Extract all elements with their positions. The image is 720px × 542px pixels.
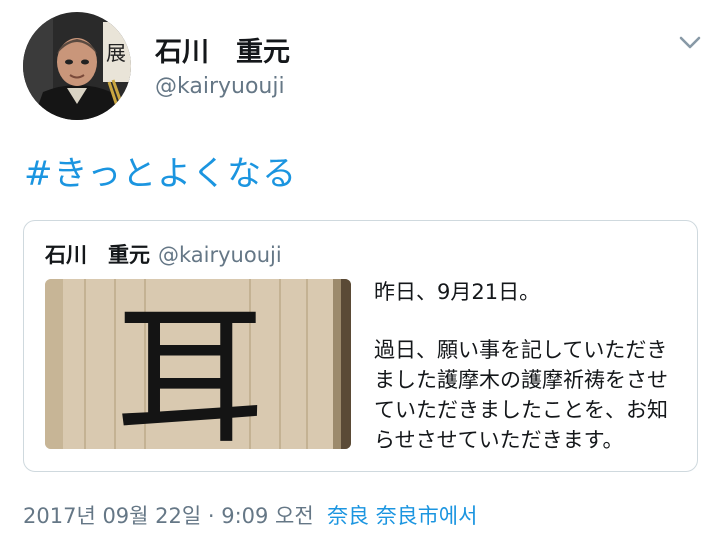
hashtag-link[interactable]: #きっとよくなる xyxy=(24,146,297,195)
chevron-down-icon[interactable] xyxy=(676,30,704,56)
svg-text:展: 展 xyxy=(106,41,126,65)
tweet-meta: 2017년 09월 22일 · 9:09 오전 奈良 奈良市에서 xyxy=(23,500,477,530)
display-name[interactable]: 石川 重元 xyxy=(155,30,290,69)
quoted-tweet-card[interactable]: 石川 重元 @kairyuouji 耳 昨日、9月21日。 過日、願い事を記してい… xyxy=(23,220,698,472)
image-kanji: 耳 xyxy=(115,291,265,449)
location-suffix: 에서 xyxy=(438,504,478,528)
avatar[interactable]: 展 xyxy=(23,12,131,120)
user-handle[interactable]: @kairyuouji xyxy=(155,74,285,99)
quoted-tweet-text: 昨日、9月21日。 過日、願い事を記していただきました護摩木の護摩祈祷をさせてい… xyxy=(374,277,684,455)
timestamp[interactable]: 2017년 09월 22일 · 9:09 오전 xyxy=(23,504,314,528)
quoted-text-body: 過日、願い事を記していただきました護摩木の護摩祈祷をさせていただきましたことを、… xyxy=(374,338,668,452)
location-link[interactable]: 奈良 奈良市 xyxy=(327,504,439,528)
quoted-display-name: 石川 重元 xyxy=(45,243,150,267)
quoted-text-line1: 昨日、9月21日。 xyxy=(374,280,541,304)
quoted-tweet-header: 石川 重元 @kairyuouji xyxy=(45,239,282,269)
quoted-handle: @kairyuouji xyxy=(158,243,282,267)
avatar-photo: 展 xyxy=(23,12,131,120)
quoted-tweet-image[interactable]: 耳 xyxy=(45,279,351,449)
goma-wood-image: 耳 xyxy=(45,279,351,449)
